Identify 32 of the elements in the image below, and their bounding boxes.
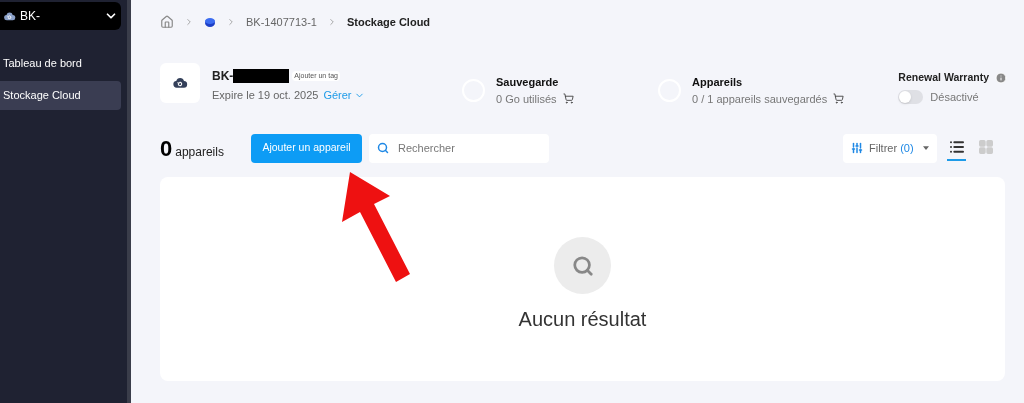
warranty-state: Désactivé: [930, 89, 979, 105]
search-icon: [377, 141, 389, 154]
cart-icon[interactable]: [562, 93, 574, 105]
toggle-switch[interactable]: [898, 90, 924, 104]
caret-icon: [923, 146, 929, 150]
search-field[interactable]: Rechercher: [369, 133, 549, 163]
cloud-sync-icon: [172, 75, 188, 91]
cube-icon[interactable]: [204, 16, 216, 28]
redaction-bar: [233, 69, 290, 83]
chevron-right-icon: [226, 17, 236, 27]
subscription-name: BK-: [212, 68, 234, 85]
account-selector[interactable]: BK-: [0, 2, 121, 30]
cloud-icon: [3, 9, 16, 23]
warranty-title: Renewal Warranty: [898, 70, 989, 85]
empty-message: Aucun résultat: [518, 307, 647, 332]
stat-value: 0 / 1 appareils sauvegardés: [692, 91, 828, 107]
info-icon[interactable]: [995, 71, 1007, 84]
cart-icon[interactable]: [833, 93, 845, 105]
sidebar-item[interactable]: Tableau de bord: [0, 49, 121, 78]
device-count-label: appareils: [175, 143, 224, 161]
filter-button[interactable]: Filtrer (0): [843, 133, 937, 163]
device-count: 0: [160, 134, 173, 163]
expiry-text: Expire le 19 oct. 2025: [212, 88, 319, 103]
stat-value: 0 Go utilisés: [496, 91, 557, 107]
home-icon[interactable]: [160, 15, 174, 29]
sidebar-item[interactable]: Stockage Cloud: [0, 81, 121, 110]
sliders-icon: [851, 142, 863, 154]
breadcrumb-link[interactable]: BK-1407713-1: [246, 13, 317, 31]
stat-title: Appareils: [692, 75, 744, 90]
breadcrumb-current: Stockage Cloud: [346, 14, 431, 30]
stat-title: Sauvegarde: [496, 75, 560, 90]
chevron-right-icon: [184, 17, 194, 27]
